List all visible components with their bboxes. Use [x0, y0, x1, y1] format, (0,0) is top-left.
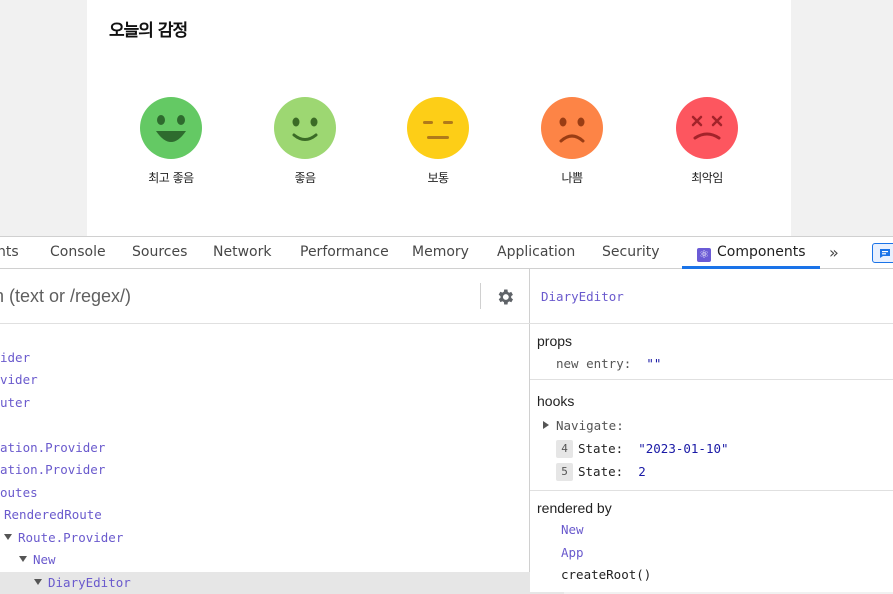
tree-node[interactable]: Route.Provider: [0, 527, 534, 549]
tab-security[interactable]: Security: [602, 237, 660, 268]
tab-sources[interactable]: Sources: [132, 237, 187, 268]
devtools-tab-bar: nts Console Sources Network Performance …: [0, 236, 893, 269]
emotion-label: 좋음: [294, 171, 316, 185]
tree-node-label: RenderedRoute: [4, 507, 102, 522]
tree-node-label: DiaryEditor: [48, 575, 131, 590]
owner-root: createRoot(): [561, 567, 652, 582]
expand-arrow-icon[interactable]: [4, 534, 12, 540]
emotion-item-4[interactable]: 나쁨: [532, 97, 612, 186]
tree-node-label: Route.Provider: [18, 530, 124, 545]
tab-components-label: Components: [717, 244, 806, 260]
tree-node[interactable]: vider: [0, 369, 530, 391]
tree-search-row: [0, 269, 530, 324]
component-search-input[interactable]: [0, 281, 470, 311]
expand-arrow-icon[interactable]: [543, 421, 549, 429]
emotion-item-2[interactable]: 좋음: [265, 97, 345, 186]
tab-console[interactable]: Console: [50, 237, 106, 268]
very-bad-face-icon: [676, 97, 738, 159]
prop-row[interactable]: new entry: "": [556, 356, 661, 371]
happy-face-icon: [274, 97, 336, 159]
hook-navigate-row[interactable]: Navigate:: [543, 418, 624, 433]
issues-button[interactable]: [872, 243, 893, 263]
page-viewport: 오늘의 감정 최고 좋음 좋음 보통 나쁨 최악임: [0, 0, 893, 236]
neutral-face-icon: [407, 97, 469, 159]
emotion-label: 나쁨: [561, 171, 583, 185]
prop-value[interactable]: "": [646, 356, 661, 371]
divider: [530, 490, 893, 491]
tab-memory[interactable]: Memory: [412, 237, 469, 268]
emotion-item-1[interactable]: 최고 좋음: [131, 97, 211, 186]
hook-name: Navigate:: [556, 418, 624, 433]
rendered-by-heading: rendered by: [537, 500, 612, 516]
component-tree-panel: ider vider uter ation.Provider ation.Pro…: [0, 269, 564, 594]
expand-arrow-icon[interactable]: [34, 579, 42, 585]
selected-component-name: DiaryEditor: [541, 289, 624, 304]
hook-value[interactable]: "2023-01-10": [638, 441, 728, 456]
hooks-heading: hooks: [537, 393, 575, 409]
hook-name: State:: [578, 464, 624, 479]
more-tabs-chevron-icon[interactable]: »: [829, 237, 839, 268]
sad-face-icon: [541, 97, 603, 159]
tree-node[interactable]: RenderedRoute: [0, 504, 534, 526]
divider: [530, 323, 893, 324]
hook-state-row[interactable]: 5 State: 2: [556, 463, 646, 481]
tree-node[interactable]: ation.Provider: [0, 459, 530, 481]
hook-state-row[interactable]: 4 State: "2023-01-10": [556, 440, 729, 458]
tab-network[interactable]: Network: [213, 237, 271, 268]
tree-node[interactable]: ation.Provider: [0, 437, 530, 459]
tab-performance[interactable]: Performance: [300, 237, 389, 268]
expand-arrow-icon[interactable]: [19, 556, 27, 562]
emotion-label: 최악임: [691, 171, 723, 185]
tab-components[interactable]: ⚛ Components: [697, 237, 806, 268]
tab-elements[interactable]: nts: [0, 237, 19, 268]
owner-link[interactable]: App: [561, 545, 584, 560]
message-icon: [880, 249, 890, 258]
hook-value[interactable]: 2: [638, 464, 646, 479]
emotion-item-5[interactable]: 최악임: [667, 97, 747, 186]
hook-index-badge: 5: [556, 463, 573, 481]
tree-node-selected[interactable]: DiaryEditor: [0, 572, 564, 594]
prop-key: new entry: [556, 356, 624, 371]
react-icon: ⚛: [697, 248, 711, 262]
tree-node[interactable]: ider: [0, 347, 530, 369]
props-heading: props: [537, 333, 573, 349]
emotion-item-3[interactable]: 보통: [398, 97, 478, 186]
divider: [530, 379, 893, 380]
hook-index-badge: 4: [556, 440, 573, 458]
owner-link[interactable]: New: [561, 522, 584, 537]
diary-editor-card: 오늘의 감정 최고 좋음 좋음 보통 나쁨 최악임: [87, 0, 791, 236]
hook-name: State:: [578, 441, 624, 456]
emotion-label: 보통: [427, 171, 449, 185]
emotion-label: 최고 좋음: [148, 171, 194, 185]
tree-node[interactable]: New: [0, 549, 549, 571]
tree-node[interactable]: uter: [0, 392, 530, 414]
gear-icon[interactable]: [495, 287, 515, 307]
tree-node-label: New: [33, 552, 56, 567]
search-divider: [480, 283, 481, 309]
very-happy-face-icon: [140, 97, 202, 159]
tab-application[interactable]: Application: [497, 237, 575, 268]
section-title: 오늘의 감정: [109, 21, 188, 41]
inspector-panel: DiaryEditor props new entry: "" hooks Na…: [530, 269, 893, 592]
tree-node[interactable]: outes: [0, 482, 530, 504]
